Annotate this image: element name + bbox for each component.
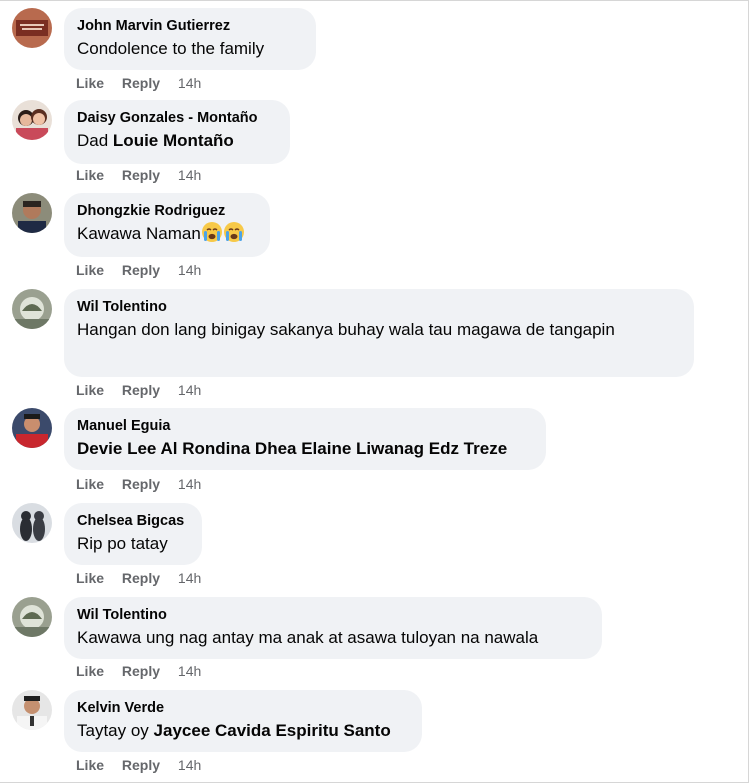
- crying-face-icon: [201, 222, 222, 242]
- mentioned-user-link[interactable]: Jaycee Cavida Espiritu Santo: [154, 721, 391, 740]
- comment-bubble: Wil Tolentino Kawawa ung nag antay ma an…: [64, 597, 602, 659]
- comment-text-part: Kawawa ung nag antay ma anak at asawa tu…: [77, 628, 539, 647]
- reply-button[interactable]: Reply: [122, 663, 160, 679]
- avatar[interactable]: [12, 289, 52, 329]
- comment-text: Devie Lee Al Rondina Dhea Elaine Liwanag…: [77, 436, 533, 461]
- comment-bubble: Manuel Eguia Devie Lee Al Rondina Dhea E…: [64, 408, 546, 470]
- like-button[interactable]: Like: [76, 75, 104, 91]
- comment-timestamp[interactable]: 14h: [178, 262, 201, 278]
- avatar[interactable]: [12, 8, 52, 48]
- like-button[interactable]: Like: [76, 570, 104, 586]
- comment-bubble: Kelvin Verde Taytay oy Jaycee Cavida Esp…: [64, 690, 422, 752]
- comment-text-part: Kawawa Naman: [77, 224, 201, 243]
- comment-actions: Like Reply 14h: [76, 381, 201, 399]
- comment-timestamp[interactable]: 14h: [178, 757, 201, 773]
- comment-text: Condolence to the family: [77, 36, 303, 61]
- comment-timestamp[interactable]: 14h: [178, 476, 201, 492]
- comment-timestamp[interactable]: 14h: [178, 167, 201, 183]
- comment-timestamp[interactable]: 14h: [178, 382, 201, 398]
- comment-text-part: Dad: [77, 131, 113, 150]
- avatar-image: [12, 289, 52, 329]
- reply-button[interactable]: Reply: [122, 262, 160, 278]
- comment-author[interactable]: Chelsea Bigcas: [77, 512, 189, 531]
- reply-button[interactable]: Reply: [122, 382, 160, 398]
- comment-bubble: Wil Tolentino Hangan don lang binigay sa…: [64, 289, 694, 377]
- avatar-image: [12, 690, 52, 730]
- avatar[interactable]: [12, 597, 52, 637]
- comment-bubble: John Marvin Gutierrez Condolence to the …: [64, 8, 316, 70]
- mentioned-user-link[interactable]: Louie Montaño: [113, 131, 234, 150]
- comment-bubble: Dhongzkie Rodriguez Kawawa Naman: [64, 193, 270, 257]
- comment-text: Kawawa ung nag antay ma anak at asawa tu…: [77, 625, 589, 650]
- like-button[interactable]: Like: [76, 262, 104, 278]
- crying-face-icon: [223, 222, 244, 242]
- reply-button[interactable]: Reply: [122, 570, 160, 586]
- comment-author[interactable]: Kelvin Verde: [77, 699, 409, 718]
- avatar-image: [12, 597, 52, 637]
- comment-text-part: Condolence to the family: [77, 39, 265, 58]
- comment-author[interactable]: Wil Tolentino: [77, 298, 681, 317]
- like-button[interactable]: Like: [76, 663, 104, 679]
- comment-timestamp[interactable]: 14h: [178, 663, 201, 679]
- comment-text: Hangan don lang binigay sakanya buhay wa…: [77, 317, 681, 342]
- comment-bubble: Daisy Gonzales - Montaño Dad Louie Monta…: [64, 100, 290, 164]
- comment-author[interactable]: Manuel Eguia: [77, 417, 533, 436]
- comment-author[interactable]: Wil Tolentino: [77, 606, 589, 625]
- comment-bubble: Chelsea Bigcas Rip po tatay: [64, 503, 202, 565]
- comment-timestamp[interactable]: 14h: [178, 570, 201, 586]
- comment-actions: Like Reply 14h: [76, 756, 201, 774]
- like-button[interactable]: Like: [76, 167, 104, 183]
- comment-actions: Like Reply 14h: [76, 166, 201, 184]
- comment-author[interactable]: Dhongzkie Rodriguez: [77, 202, 257, 221]
- comment-author[interactable]: John Marvin Gutierrez: [77, 17, 303, 36]
- comment-text-part: Rip po tatay: [77, 534, 168, 553]
- like-button[interactable]: Like: [76, 382, 104, 398]
- comment-timestamp[interactable]: 14h: [178, 75, 201, 91]
- like-button[interactable]: Like: [76, 757, 104, 773]
- comment-text: Dad Louie Montaño: [77, 128, 277, 153]
- reply-button[interactable]: Reply: [122, 757, 160, 773]
- avatar-image: [12, 100, 52, 140]
- comment-text: Kawawa Naman: [77, 221, 257, 246]
- comment-text: Rip po tatay: [77, 531, 189, 556]
- reply-button[interactable]: Reply: [122, 167, 160, 183]
- comment-actions: Like Reply 14h: [76, 569, 201, 587]
- avatar-image: [12, 193, 52, 233]
- avatar-image: [12, 408, 52, 448]
- comment-text-part: Taytay oy: [77, 721, 154, 740]
- comment-text: Taytay oy Jaycee Cavida Espiritu Santo: [77, 718, 409, 743]
- avatar[interactable]: [12, 100, 52, 140]
- reply-button[interactable]: Reply: [122, 75, 160, 91]
- avatar[interactable]: [12, 690, 52, 730]
- comment-actions: Like Reply 14h: [76, 475, 201, 493]
- comment-actions: Like Reply 14h: [76, 74, 201, 92]
- avatar[interactable]: [12, 408, 52, 448]
- comment-text-part: Hangan don lang binigay sakanya buhay wa…: [77, 320, 615, 339]
- comment-actions: Like Reply 14h: [76, 261, 201, 279]
- comment-actions: Like Reply 14h: [76, 662, 201, 680]
- like-button[interactable]: Like: [76, 476, 104, 492]
- mentioned-users-link[interactable]: Devie Lee Al Rondina Dhea Elaine Liwanag…: [77, 439, 507, 458]
- comment-author[interactable]: Daisy Gonzales - Montaño: [77, 109, 277, 128]
- reply-button[interactable]: Reply: [122, 476, 160, 492]
- avatar-image: [12, 503, 52, 543]
- avatar-image: [12, 8, 52, 48]
- avatar[interactable]: [12, 503, 52, 543]
- avatar[interactable]: [12, 193, 52, 233]
